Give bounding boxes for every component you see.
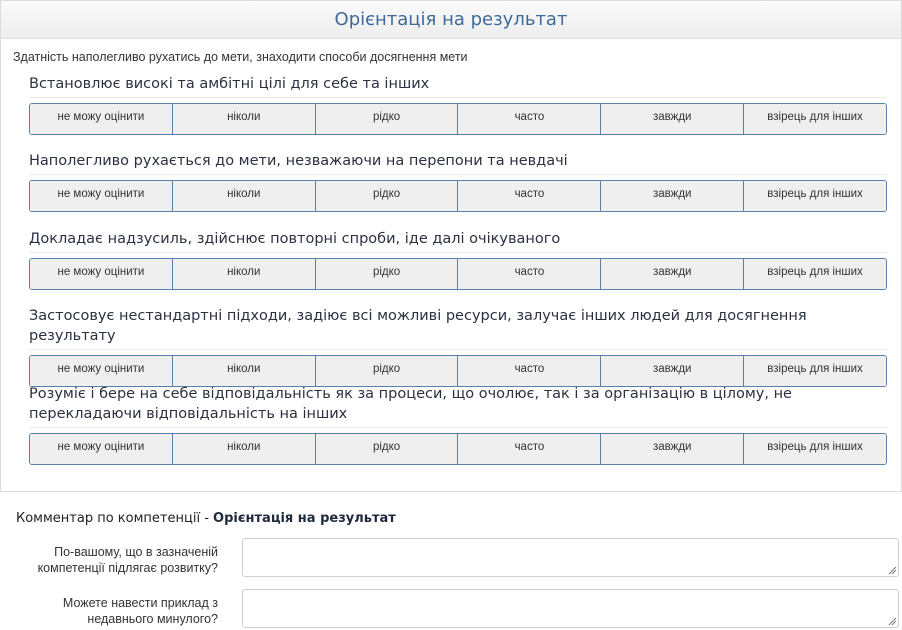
rating-option-rarely[interactable]: рідко — [315, 434, 459, 464]
rating-option-cannot-rate[interactable]: не можу оцінити — [30, 181, 173, 211]
rating-option-rarely[interactable]: рідко — [315, 104, 459, 134]
rating-option-role-model[interactable]: взірець для інших — [744, 181, 886, 211]
example-textarea[interactable] — [242, 589, 899, 628]
comment-title-prefix: Комментар по компетенції - — [16, 511, 214, 526]
rating-option-never[interactable]: ніколи — [172, 181, 316, 211]
rating-options: не можу оцінити ніколи рідко часто завжд… — [29, 355, 887, 387]
rating-option-cannot-rate[interactable]: не можу оцінити — [30, 104, 173, 134]
resize-grip-icon[interactable] — [888, 566, 897, 575]
rating-option-often[interactable]: часто — [458, 104, 602, 134]
rating-option-always[interactable]: завжди — [601, 104, 745, 134]
panel-description: Здатність наполегливо рухатись до мети, … — [13, 50, 468, 64]
question-2: Наполегливо рухається до мети, незважаюч… — [29, 151, 887, 212]
rating-option-often[interactable]: часто — [458, 181, 602, 211]
rating-option-role-model[interactable]: взірець для інших — [744, 259, 886, 289]
question-text: Встановлює високі та амбітні цілі для се… — [29, 74, 887, 98]
question-4: Застосовує нестандартні підходи, задіює … — [29, 306, 887, 387]
rating-option-cannot-rate[interactable]: не можу оцінити — [30, 259, 173, 289]
rating-option-role-model[interactable]: взірець для інших — [744, 356, 886, 386]
rating-options: не можу оцінити ніколи рідко часто завжд… — [29, 180, 887, 212]
rating-option-always[interactable]: завжди — [601, 181, 745, 211]
rating-option-always[interactable]: завжди — [601, 259, 745, 289]
panel-header: Орієнтація на результат — [1, 1, 901, 39]
comment-section-title: Комментар по компетенції - Орієнтація на… — [16, 511, 396, 526]
rating-option-never[interactable]: ніколи — [172, 356, 316, 386]
rating-option-often[interactable]: часто — [458, 259, 602, 289]
question-text: Докладає надзусиль, здійснює повторні сп… — [29, 229, 887, 253]
rating-option-often[interactable]: часто — [458, 434, 602, 464]
rating-option-cannot-rate[interactable]: не можу оцінити — [30, 356, 173, 386]
question-text: Застосовує нестандартні підходи, задіює … — [29, 306, 887, 350]
rating-option-always[interactable]: завжди — [601, 356, 745, 386]
development-field-label: По-вашому, що в зазначеній компетенції п… — [37, 545, 218, 575]
competency-panel: Орієнтація на результат Здатність наполе… — [0, 0, 902, 492]
rating-option-never[interactable]: ніколи — [172, 259, 316, 289]
rating-option-rarely[interactable]: рідко — [315, 356, 459, 386]
rating-option-cannot-rate[interactable]: не можу оцінити — [30, 434, 173, 464]
resize-grip-icon[interactable] — [888, 617, 897, 626]
question-3: Докладає надзусиль, здійснює повторні сп… — [29, 229, 887, 290]
question-text: Розуміє і бере на себе відповідальність … — [29, 384, 887, 428]
rating-option-rarely[interactable]: рідко — [315, 181, 459, 211]
rating-options: не можу оцінити ніколи рідко часто завжд… — [29, 103, 887, 135]
comment-competency-name: Орієнтація на результат — [213, 511, 396, 526]
question-text: Наполегливо рухається до мети, незважаюч… — [29, 151, 887, 175]
rating-option-never[interactable]: ніколи — [172, 434, 316, 464]
rating-options: не можу оцінити ніколи рідко часто завжд… — [29, 433, 887, 465]
development-textarea[interactable] — [242, 538, 899, 577]
rating-option-never[interactable]: ніколи — [172, 104, 316, 134]
panel-title: Орієнтація на результат — [334, 9, 568, 30]
question-5: Розуміє і бере на себе відповідальність … — [29, 384, 887, 465]
rating-option-rarely[interactable]: рідко — [315, 259, 459, 289]
rating-options: не можу оцінити ніколи рідко часто завжд… — [29, 258, 887, 290]
example-field-label: Можете навести приклад з недавнього мину… — [62, 596, 218, 626]
rating-option-often[interactable]: часто — [458, 356, 602, 386]
question-1: Встановлює високі та амбітні цілі для се… — [29, 74, 887, 135]
rating-option-role-model[interactable]: взірець для інших — [744, 104, 886, 134]
rating-option-role-model[interactable]: взірець для інших — [744, 434, 886, 464]
rating-option-always[interactable]: завжди — [601, 434, 745, 464]
